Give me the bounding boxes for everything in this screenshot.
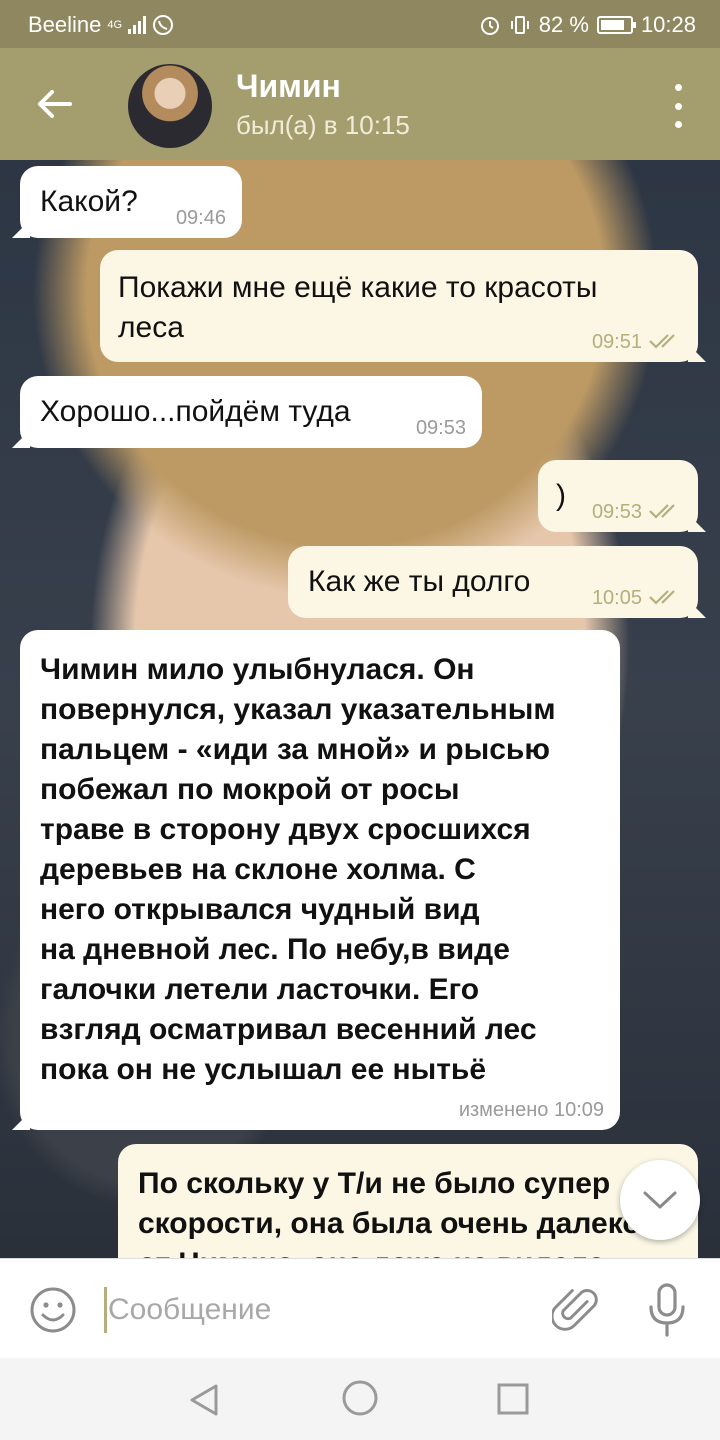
message-input[interactable] bbox=[108, 1285, 528, 1335]
last-seen-status: был(а) в 10:15 bbox=[236, 110, 410, 140]
message-text: галочки летели ласточки. Его bbox=[40, 973, 480, 1006]
contact-name[interactable]: Чимин bbox=[236, 68, 341, 105]
message-bubble[interactable]: По скольку у Т/и не было супер скорости,… bbox=[118, 1144, 698, 1258]
circle-home-icon bbox=[342, 1380, 378, 1416]
message-text: Покажи мне ещё какие то красоты bbox=[118, 271, 598, 304]
message-text: траве в сторону двух сросшихся bbox=[40, 813, 531, 846]
message-time: 09:53 bbox=[591, 501, 642, 523]
message-bubble[interactable]: Хорошо...пойдём туда 09:53 bbox=[20, 376, 482, 448]
message-time: 09:46 bbox=[175, 207, 226, 229]
double-check-icon bbox=[649, 504, 675, 519]
message-edited-time: изменено 10:09 bbox=[458, 1099, 604, 1121]
vibrate-icon bbox=[510, 16, 529, 34]
smile-icon bbox=[30, 1287, 76, 1333]
status-bar: Beeline 4G 82 % 10:28 bbox=[0, 0, 720, 48]
voice-message-button[interactable] bbox=[642, 1281, 692, 1339]
text-cursor bbox=[104, 1287, 107, 1333]
whatsapp-icon bbox=[153, 15, 174, 35]
chat-header: Чимин был(а) в 10:15 bbox=[0, 48, 720, 160]
message-text: взгляд осматривал весенний лес bbox=[40, 1013, 537, 1046]
message-text: пока он не услышал ее нытьё bbox=[40, 1053, 487, 1086]
message-text: скорости, она была очень далеко bbox=[138, 1207, 641, 1240]
emoji-button[interactable] bbox=[28, 1285, 78, 1335]
clock: 10:28 bbox=[640, 12, 696, 37]
square-recent-icon bbox=[497, 1383, 529, 1415]
battery-percent: 82 % bbox=[538, 12, 589, 37]
message-bubble[interactable]: Какой? 09:46 bbox=[20, 166, 242, 238]
microphone-icon bbox=[649, 1283, 685, 1337]
message-text: него открывался чудный вид bbox=[40, 893, 480, 926]
attach-button[interactable] bbox=[550, 1283, 602, 1337]
arrow-left-icon bbox=[38, 90, 72, 118]
message-text: от Чимина, она даже не видела bbox=[138, 1244, 678, 1258]
message-time: 09:53 bbox=[415, 417, 466, 439]
more-options-button[interactable] bbox=[664, 84, 692, 128]
message-text: Чимин мило улыбнулася. Он bbox=[40, 653, 475, 686]
triangle-back-icon bbox=[190, 1384, 218, 1416]
message-time: 09:51 bbox=[591, 331, 642, 353]
carrier-label: Beeline bbox=[28, 12, 102, 37]
alarm-icon bbox=[480, 17, 499, 35]
message-bubble[interactable]: Покажи мне ещё какие то красоты леса 09:… bbox=[100, 250, 698, 362]
system-navigation-bar bbox=[0, 1358, 720, 1440]
message-text: на дневной лес. По небу,в виде bbox=[40, 933, 510, 966]
message-text: пальцем - «иди за мной» и рысью bbox=[40, 733, 550, 766]
message-list[interactable]: Какой? 09:46 Покажи мне ещё какие то кра… bbox=[0, 160, 720, 1258]
chevron-down-icon bbox=[643, 1191, 677, 1209]
message-time: 10:05 bbox=[591, 587, 642, 609]
nav-back-button[interactable] bbox=[184, 1380, 224, 1425]
message-composer bbox=[0, 1258, 720, 1358]
message-text: побежал по мокрой от росы bbox=[40, 773, 460, 806]
nav-home-button[interactable] bbox=[340, 1378, 380, 1423]
message-text: По скольку у Т/и не было супер bbox=[138, 1167, 611, 1200]
battery-icon bbox=[596, 16, 636, 34]
network-label: 4G bbox=[107, 18, 123, 31]
message-text: Хорошо...пойдём туда bbox=[40, 395, 351, 428]
message-bubble[interactable]: Чимин мило улыбнулася. Он повернулся, ук… bbox=[20, 630, 620, 1130]
message-text: деревьев на склоне холма. С bbox=[40, 853, 476, 886]
back-button[interactable] bbox=[24, 78, 84, 130]
message-bubble[interactable]: Как же ты долго 10:05 bbox=[288, 546, 698, 618]
paperclip-icon bbox=[550, 1289, 598, 1331]
double-check-icon bbox=[649, 590, 675, 605]
nav-recent-button[interactable] bbox=[496, 1382, 530, 1421]
message-bubble[interactable]: ) 09:53 bbox=[538, 460, 698, 532]
double-check-icon bbox=[649, 334, 675, 349]
more-vertical-icon bbox=[674, 84, 682, 91]
signal-icon bbox=[128, 16, 147, 34]
avatar[interactable] bbox=[128, 64, 212, 148]
message-text: повернулся, указал указательным bbox=[40, 693, 556, 726]
scroll-to-bottom-button[interactable] bbox=[620, 1160, 700, 1240]
